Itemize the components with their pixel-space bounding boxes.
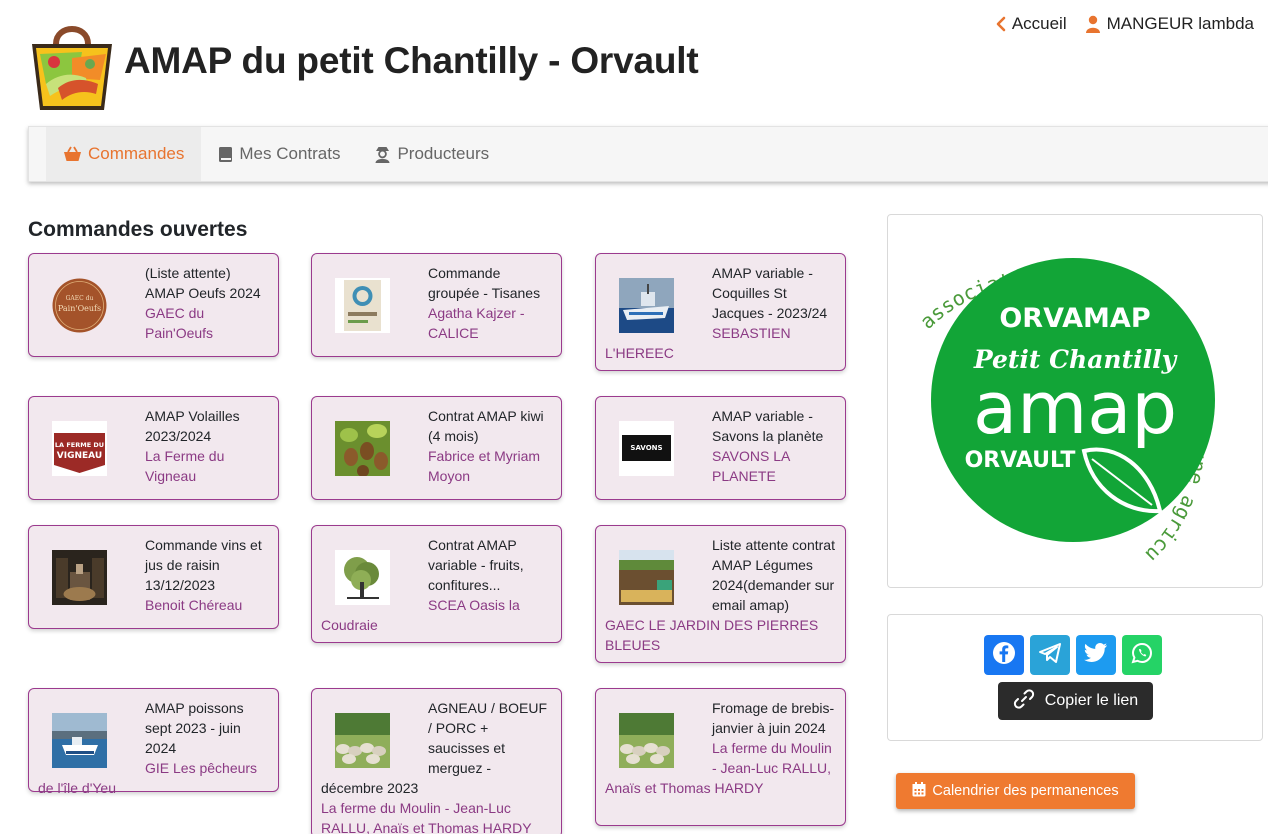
- telegram-share-button[interactable]: [1030, 635, 1070, 675]
- order-card[interactable]: Contrat AMAP kiwi (4 mois) Fabrice et My…: [311, 396, 562, 500]
- share-buttons: [984, 635, 1162, 675]
- nav-tab-commandes[interactable]: Commandes: [46, 127, 202, 181]
- basket-icon: [63, 146, 82, 162]
- calendar-button-label: Calendrier des permanences: [932, 783, 1119, 799]
- home-link[interactable]: Accueil: [996, 14, 1067, 34]
- svg-text:SAVONS: SAVONS: [630, 444, 662, 452]
- facebook-share-button[interactable]: [984, 635, 1024, 675]
- order-card-producer[interactable]: La ferme du Moulin - Jean-Luc RALLU, Ana…: [321, 798, 552, 834]
- site-logo[interactable]: [28, 18, 116, 114]
- whatsapp-share-button[interactable]: [1122, 635, 1162, 675]
- nav-tab-mes-contrats-label: Mes Contrats: [239, 144, 341, 163]
- order-card[interactable]: AMAP variable - Coquilles St Jacques - 2…: [595, 253, 846, 371]
- order-card[interactable]: Liste attente contrat AMAP Légumes 2024(…: [595, 525, 846, 663]
- order-card[interactable]: Commande groupée - Tisanes Agatha Kajzer…: [311, 253, 562, 357]
- fishing-boat-photo: [619, 278, 674, 333]
- facebook-icon: [992, 641, 1016, 670]
- tisane-package: [335, 278, 390, 333]
- order-card-producer[interactable]: GAEC LE JARDIN DES PIERRES BLEUES: [605, 615, 836, 655]
- wine-cellar-photo: [52, 550, 107, 605]
- home-link-label: Accueil: [1011, 14, 1067, 33]
- svg-text:ORVAULT: ORVAULT: [965, 448, 1076, 473]
- svg-text:ORVAMAP: ORVAMAP: [999, 303, 1150, 334]
- twitter-icon: [1084, 642, 1108, 668]
- svg-text:Pain'Oeufs: Pain'Oeufs: [58, 304, 101, 313]
- nav-tab-producteurs-label: Producteurs: [397, 144, 490, 163]
- farmer-icon: [374, 145, 391, 163]
- order-card[interactable]: SAVONS AMAP variable - Savons la planète…: [595, 396, 846, 500]
- telegram-icon: [1038, 642, 1062, 669]
- nav-tab-producteurs[interactable]: Producteurs: [357, 127, 506, 181]
- svg-text:amap: amap: [973, 366, 1177, 450]
- svg-text:LA FERME DU: LA FERME DU: [55, 441, 104, 449]
- sheep-photo: [335, 713, 390, 768]
- top-links: Accueil MANGEUR lambda: [996, 14, 1254, 34]
- site-title: AMAP du petit Chantilly - Orvault: [124, 40, 699, 81]
- orvamap-logo: association pour le maintien d'une agric…: [882, 196, 1215, 567]
- copy-link-button[interactable]: Copier le lien: [998, 682, 1153, 720]
- chevron-left-icon: [996, 16, 1006, 32]
- ferme-vigneau-logo: LA FERME DU VIGNEAU: [52, 421, 107, 476]
- order-card[interactable]: LA FERME DU VIGNEAU AMAP Volailles 2023/…: [28, 396, 279, 500]
- user-link-label: MANGEUR lambda: [1106, 14, 1254, 33]
- user-menu-link[interactable]: MANGEUR lambda: [1085, 14, 1254, 34]
- order-card[interactable]: AMAP poissons sept 2023 - juin 2024 GIE …: [28, 688, 279, 796]
- user-icon: [1085, 15, 1101, 33]
- calendar-button[interactable]: Calendrier des permanences: [896, 773, 1135, 809]
- calendar-icon: [912, 781, 926, 801]
- harbour-boat-photo: [52, 713, 107, 768]
- book-icon: [218, 146, 233, 163]
- sheep-photo: [619, 713, 674, 768]
- section-title: Commandes ouvertes: [28, 218, 248, 241]
- nav-tab-commandes-label: Commandes: [88, 144, 185, 163]
- order-card[interactable]: AGNEAU / BOEUF / PORC + saucisses et mer…: [311, 688, 562, 834]
- whatsapp-icon: [1130, 641, 1154, 670]
- share-panel: Copier le lien: [887, 614, 1263, 741]
- link-icon: [1013, 688, 1035, 715]
- amap-logo-panel: association pour le maintien d'une agric…: [882, 196, 1263, 588]
- vegetable-field-photo: [619, 550, 674, 605]
- main-navbar: Commandes Mes Contrats Producteurs: [28, 126, 1268, 182]
- order-card[interactable]: Commande vins et jus de raisin 13/12/202…: [28, 525, 279, 629]
- order-card[interactable]: Fromage de brebis- janvier à juin 2024 L…: [595, 688, 846, 826]
- pain-oeufs-logo: GAEC du Pain'Oeufs: [52, 278, 107, 333]
- kiwi-photo: [335, 421, 390, 476]
- twitter-share-button[interactable]: [1076, 635, 1116, 675]
- nav-tab-mes-contrats[interactable]: Mes Contrats: [201, 127, 357, 181]
- svg-text:GAEC du: GAEC du: [66, 295, 94, 302]
- order-card[interactable]: Contrat AMAP variable - fruits, confitur…: [311, 525, 562, 643]
- svg-text:VIGNEAU: VIGNEAU: [57, 451, 102, 461]
- savons-logo: SAVONS: [619, 421, 674, 476]
- tree-logo: [335, 550, 390, 605]
- copy-link-label: Copier le lien: [1044, 692, 1139, 709]
- order-card[interactable]: GAEC du Pain'Oeufs (Liste attente) AMAP …: [28, 253, 279, 357]
